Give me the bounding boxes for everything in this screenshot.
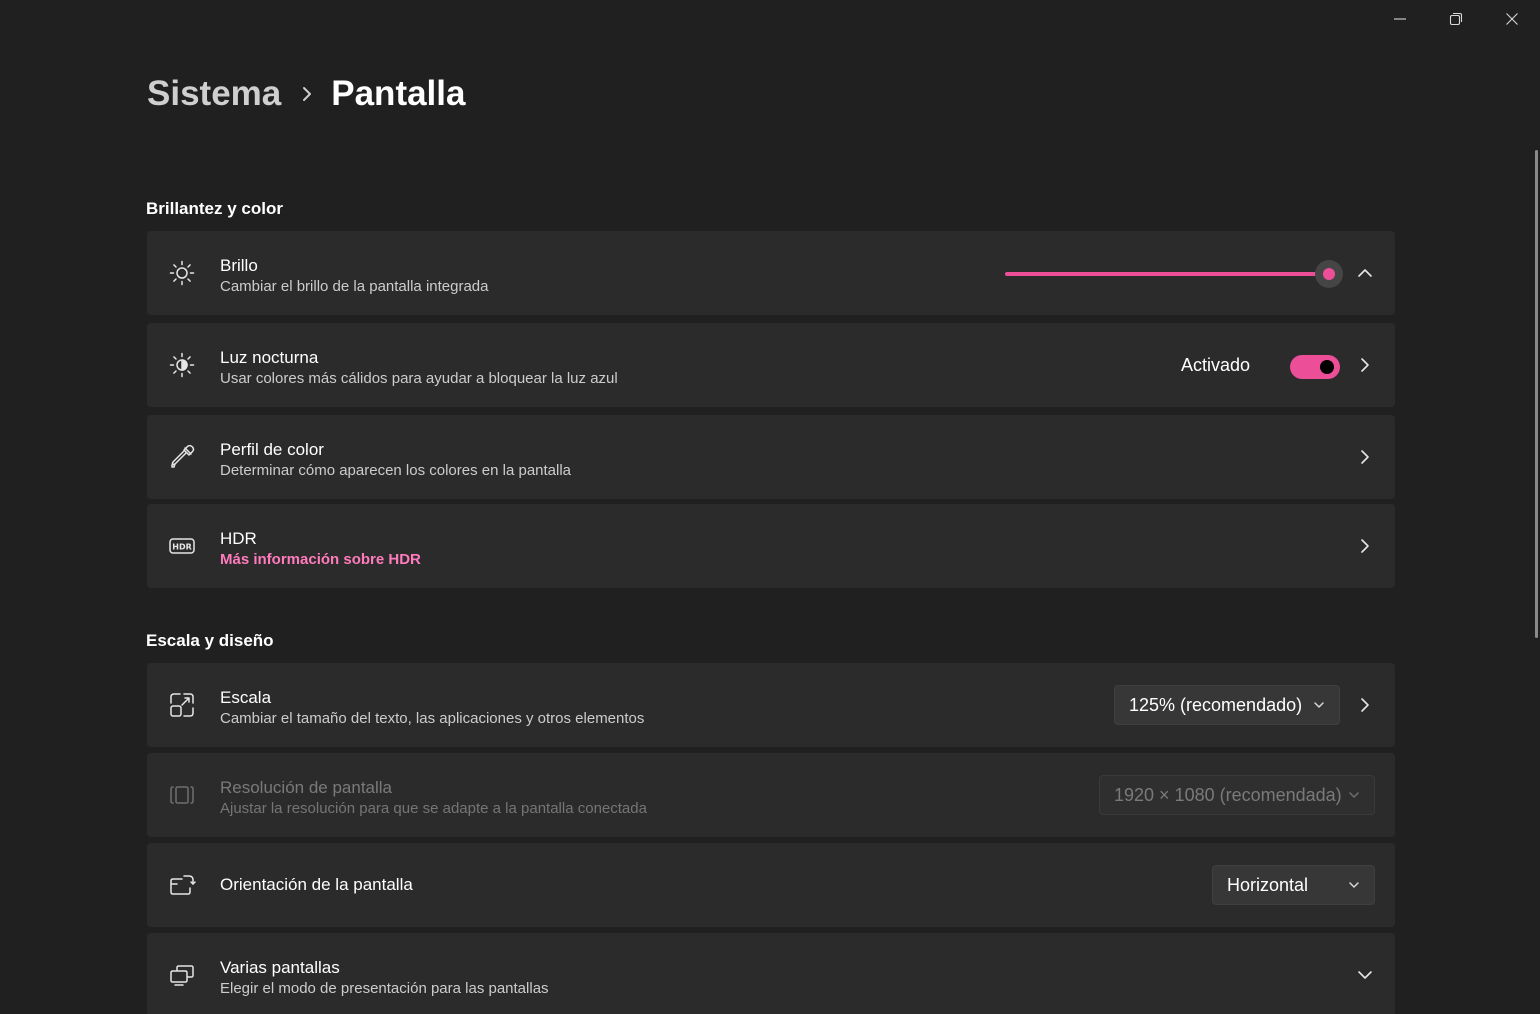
color-profile-title: Perfil de color <box>220 440 324 459</box>
brightness-title: Brillo <box>220 256 258 275</box>
svg-text:HDR: HDR <box>172 543 192 552</box>
close-icon <box>1506 13 1518 25</box>
chevron-right-icon[interactable] <box>1355 447 1375 467</box>
breadcrumb: Sistema Pantalla <box>147 72 465 116</box>
brightness-card[interactable]: Brillo Cambiar el brillo de la pantalla … <box>147 231 1395 315</box>
scale-icon <box>167 690 197 720</box>
orientation-dropdown[interactable]: Horizontal <box>1212 865 1375 905</box>
section-title-brightness-color: Brillantez y color <box>146 199 283 218</box>
restore-button[interactable] <box>1428 0 1484 38</box>
orientation-card[interactable]: Orientación de la pantalla Horizontal <box>147 843 1395 927</box>
scale-dropdown[interactable]: 125% (recomendado) <box>1114 685 1340 725</box>
brightness-slider-thumb[interactable] <box>1315 260 1343 288</box>
chevron-up-icon[interactable] <box>1355 263 1375 283</box>
resolution-card: Resolución de pantalla Ajustar la resolu… <box>147 753 1395 837</box>
multiple-displays-title: Varias pantallas <box>220 958 340 977</box>
orientation-icon <box>167 870 197 900</box>
orientation-dropdown-value: Horizontal <box>1227 874 1309 895</box>
restore-icon <box>1449 12 1463 26</box>
resolution-dropdown-value: 1920 × 1080 (recomendada) <box>1114 784 1342 805</box>
night-light-title: Luz nocturna <box>220 348 319 367</box>
brightness-slider-track[interactable] <box>1005 272 1329 276</box>
scrollbar[interactable] <box>1535 150 1538 638</box>
chevron-down-icon[interactable] <box>1355 965 1375 985</box>
scale-card[interactable]: Escala Cambiar el tamaño del texto, las … <box>147 663 1395 747</box>
chevron-right-icon[interactable] <box>1355 355 1375 375</box>
resolution-dropdown: 1920 × 1080 (recomendada) <box>1099 775 1375 815</box>
color-profile-subtitle: Determinar cómo aparecen los colores en … <box>220 462 572 479</box>
scale-title: Escala <box>220 688 272 707</box>
multiple-displays-subtitle: Elegir el modo de presentación para las … <box>220 980 549 997</box>
hdr-title: HDR <box>220 529 257 548</box>
breadcrumb-parent[interactable]: Sistema <box>147 74 281 114</box>
hdr-info-link[interactable]: Más información sobre HDR <box>220 550 421 570</box>
sun-icon <box>167 258 197 288</box>
chevron-down-icon <box>1313 699 1325 711</box>
chevron-down-icon <box>1348 879 1360 891</box>
orientation-title: Orientación de la pantalla <box>220 875 413 894</box>
settings-window: Sistema Pantalla Brillantez y color Bril… <box>0 0 1540 1014</box>
chevron-right-icon[interactable] <box>1355 536 1375 556</box>
night-light-subtitle: Usar colores más cálidos para ayudar a b… <box>220 370 618 387</box>
page-title: Pantalla <box>331 74 466 113</box>
resolution-icon <box>167 780 197 810</box>
hdr-card[interactable]: HDR HDR Más información sobre HDR <box>147 504 1395 588</box>
multiple-displays-icon <box>167 960 197 990</box>
night-light-state-label: Activado <box>1181 355 1251 375</box>
minimize-button[interactable] <box>1372 0 1428 38</box>
chevron-right-icon <box>301 86 313 102</box>
multiple-displays-card[interactable]: Varias pantallas Elegir el modo de prese… <box>147 933 1395 1014</box>
night-light-icon <box>167 350 197 380</box>
resolution-title: Resolución de pantalla <box>220 778 393 797</box>
section-title-scale-layout: Escala y diseño <box>146 631 274 650</box>
scale-dropdown-value: 125% (recomendado) <box>1129 694 1303 715</box>
color-profile-card[interactable]: Perfil de color Determinar cómo aparecen… <box>147 415 1395 499</box>
eyedropper-icon <box>167 442 197 472</box>
chevron-right-icon[interactable] <box>1355 695 1375 715</box>
scale-subtitle: Cambiar el tamaño del texto, las aplicac… <box>220 710 645 727</box>
minimize-icon <box>1394 18 1406 20</box>
resolution-subtitle: Ajustar la resolución para que se adapte… <box>220 800 647 817</box>
night-light-toggle[interactable] <box>1290 355 1340 379</box>
close-button[interactable] <box>1484 0 1540 38</box>
brightness-subtitle: Cambiar el brillo de la pantalla integra… <box>220 278 489 295</box>
hdr-icon: HDR <box>167 531 197 561</box>
chevron-down-icon <box>1348 789 1360 801</box>
night-light-card[interactable]: Luz nocturna Usar colores más cálidos pa… <box>147 323 1395 407</box>
